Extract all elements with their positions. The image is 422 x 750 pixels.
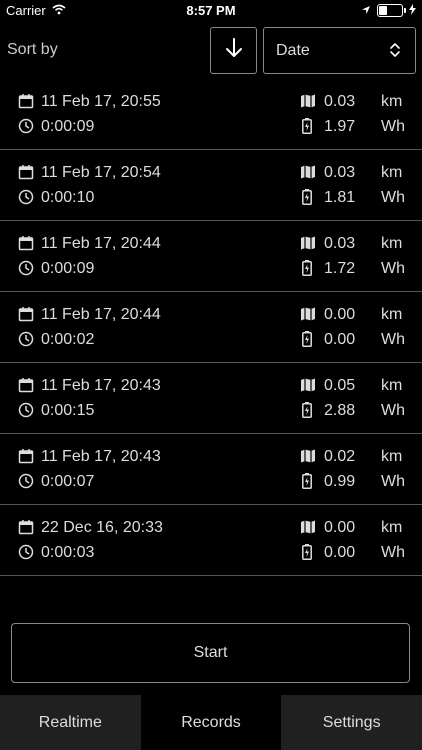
record-duration: 0:00:10 (41, 189, 95, 206)
record-energy: 1.81 (324, 189, 356, 206)
map-icon (300, 93, 316, 114)
record-distance-unit: km (381, 164, 403, 181)
record-row[interactable]: 11 Feb 17, 20:44 0:00:02 0.00 km 0.00 Wh (0, 292, 422, 363)
record-row[interactable]: 11 Feb 17, 20:54 0:00:10 0.03 km 1.81 Wh (0, 150, 422, 221)
tab-bar: Realtime Records Settings (0, 695, 422, 750)
calendar-icon (18, 306, 34, 327)
sort-by-label: Sort by (7, 41, 58, 58)
clock-icon (18, 260, 34, 281)
sort-field-select[interactable]: Date (263, 27, 416, 74)
record-row[interactable]: 11 Feb 17, 20:44 0:00:09 0.03 km 1.72 Wh (0, 221, 422, 292)
record-distance-unit: km (381, 93, 403, 110)
record-distance: 0.03 (324, 93, 356, 110)
record-distance-unit: km (381, 306, 403, 323)
calendar-icon (18, 519, 34, 540)
tab-records[interactable]: Records (140, 695, 282, 750)
record-energy: 0.00 (324, 331, 356, 348)
start-button[interactable]: Start (11, 623, 410, 683)
map-icon (300, 306, 316, 327)
map-icon (300, 519, 316, 540)
battery-charging-icon (302, 473, 312, 494)
record-distance-unit: km (381, 377, 403, 394)
record-duration: 0:00:09 (41, 260, 95, 277)
record-energy: 1.72 (324, 260, 356, 277)
status-bar: Carrier 8:57 PM (0, 0, 422, 22)
clock-icon (18, 118, 34, 139)
map-icon (300, 377, 316, 398)
clock-icon (18, 331, 34, 352)
record-duration: 0:00:07 (41, 473, 95, 490)
record-energy-unit: Wh (381, 402, 405, 419)
sort-field-value: Date (276, 42, 310, 59)
record-distance: 0.00 (324, 306, 356, 323)
battery-charging-icon (302, 260, 312, 281)
record-date: 11 Feb 17, 20:55 (41, 93, 161, 110)
record-distance: 0.00 (324, 519, 356, 536)
arrow-down-icon (225, 38, 243, 63)
calendar-icon (18, 448, 34, 469)
record-distance: 0.03 (324, 235, 356, 252)
map-icon (300, 235, 316, 256)
record-row[interactable]: 11 Feb 17, 20:43 0:00:07 0.02 km 0.99 Wh (0, 434, 422, 505)
map-icon (300, 448, 316, 469)
record-energy: 1.97 (324, 118, 356, 135)
record-energy: 0.99 (324, 473, 356, 490)
record-duration: 0:00:15 (41, 402, 95, 419)
record-energy-unit: Wh (381, 544, 405, 561)
clock-icon (18, 402, 34, 423)
clock-icon (18, 189, 34, 210)
battery-charging-icon (302, 331, 312, 352)
record-energy-unit: Wh (381, 331, 405, 348)
records-list: 11 Feb 17, 20:55 0:00:09 0.03 km 1.97 Wh… (0, 79, 422, 576)
tab-realtime[interactable]: Realtime (0, 695, 141, 750)
record-distance: 0.05 (324, 377, 356, 394)
clock-icon (18, 473, 34, 494)
record-row[interactable]: 22 Dec 16, 20:33 0:00:03 0.00 km 0.00 Wh (0, 505, 422, 576)
record-duration: 0:00:03 (41, 544, 95, 561)
map-icon (300, 164, 316, 185)
tab-settings[interactable]: Settings (281, 695, 422, 750)
record-energy-unit: Wh (381, 260, 405, 277)
record-date: 11 Feb 17, 20:54 (41, 164, 161, 181)
status-time: 8:57 PM (186, 3, 236, 18)
calendar-icon (18, 93, 34, 114)
battery-charging-icon (302, 189, 312, 210)
record-distance: 0.02 (324, 448, 356, 465)
sort-direction-button[interactable] (210, 27, 257, 74)
record-energy: 2.88 (324, 402, 356, 419)
record-date: 22 Dec 16, 20:33 (41, 519, 163, 536)
battery-icon (377, 4, 406, 17)
record-date: 11 Feb 17, 20:44 (41, 235, 161, 252)
record-row[interactable]: 11 Feb 17, 20:55 0:00:09 0.03 km 1.97 Wh (0, 79, 422, 150)
chevron-up-down-icon (389, 41, 401, 64)
record-distance: 0.03 (324, 164, 356, 181)
record-energy-unit: Wh (381, 118, 405, 135)
record-distance-unit: km (381, 235, 403, 252)
record-distance-unit: km (381, 448, 403, 465)
record-date: 11 Feb 17, 20:43 (41, 377, 161, 394)
charging-bolt-icon (409, 3, 416, 18)
clock-icon (18, 544, 34, 565)
battery-charging-icon (302, 118, 312, 139)
record-duration: 0:00:09 (41, 118, 95, 135)
record-row[interactable]: 11 Feb 17, 20:43 0:00:15 0.05 km 2.88 Wh (0, 363, 422, 434)
record-distance-unit: km (381, 519, 403, 536)
calendar-icon (18, 377, 34, 398)
battery-charging-icon (302, 544, 312, 565)
sort-bar: Sort by Date (0, 27, 422, 74)
location-arrow-icon (361, 3, 371, 18)
record-energy-unit: Wh (381, 473, 405, 490)
calendar-icon (18, 235, 34, 256)
calendar-icon (18, 164, 34, 185)
record-date: 11 Feb 17, 20:43 (41, 448, 161, 465)
record-energy: 0.00 (324, 544, 356, 561)
record-duration: 0:00:02 (41, 331, 95, 348)
record-energy-unit: Wh (381, 189, 405, 206)
battery-charging-icon (302, 402, 312, 423)
record-date: 11 Feb 17, 20:44 (41, 306, 161, 323)
